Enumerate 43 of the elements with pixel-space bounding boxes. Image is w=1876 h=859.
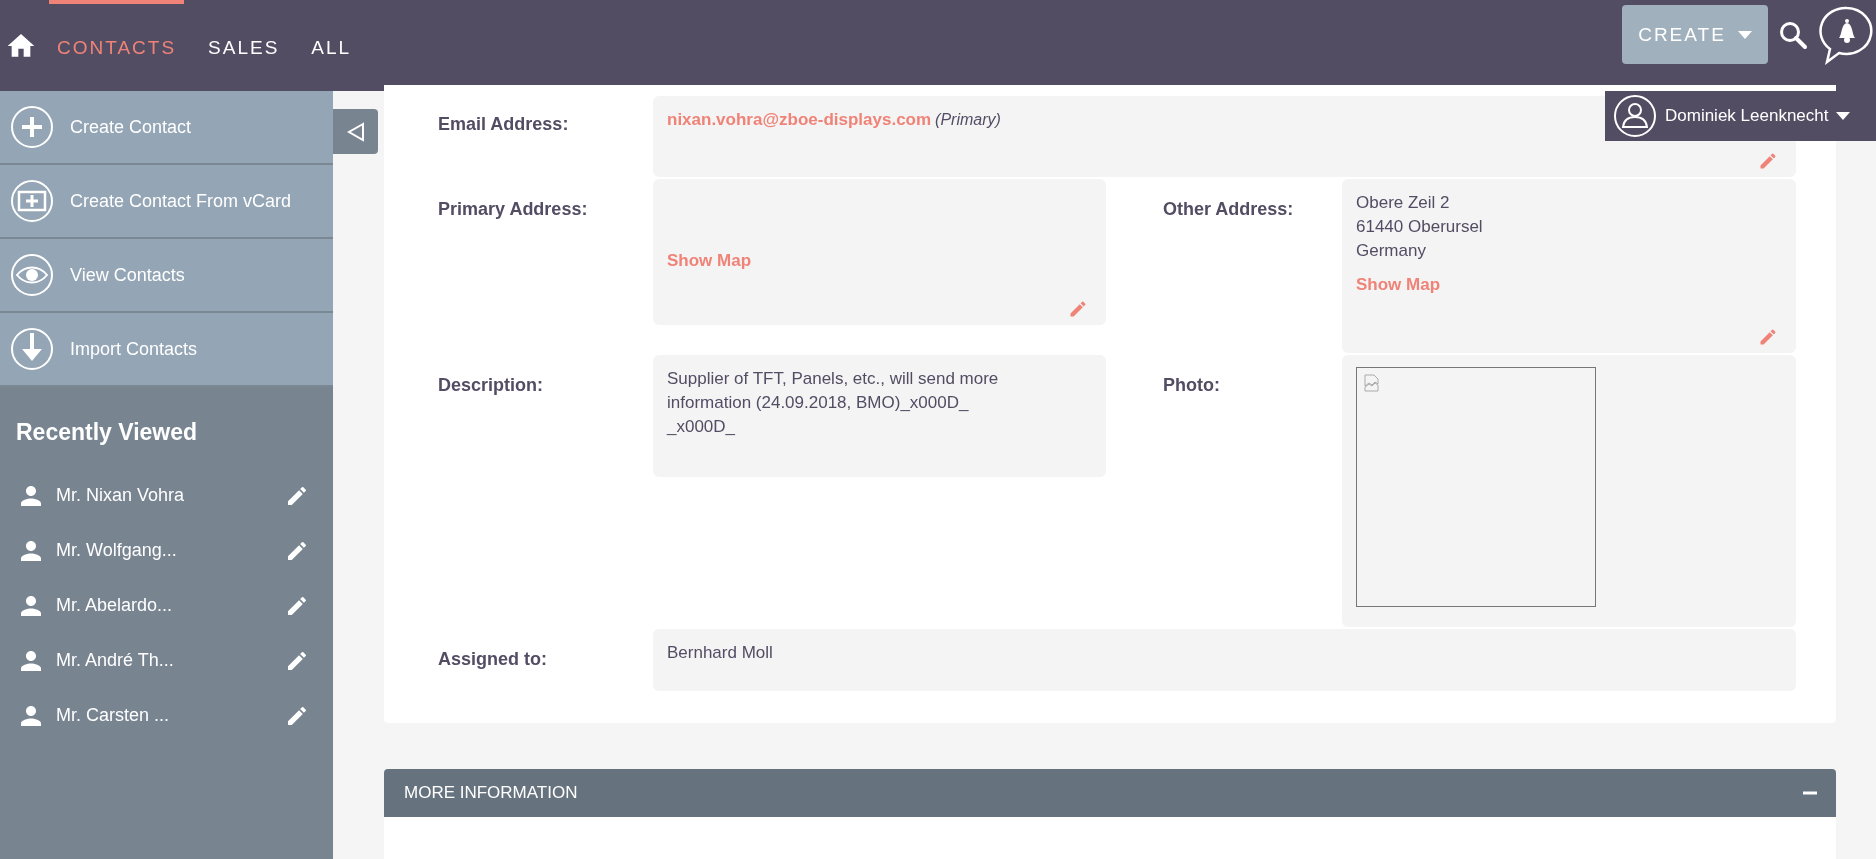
caret-icon <box>1836 112 1851 120</box>
pencil-icon[interactable] <box>1758 327 1778 347</box>
sidebar-action[interactable]: Create Contact From vCard <box>0 165 333 239</box>
bell-icon[interactable] <box>1818 4 1876 65</box>
recently-viewed-heading: Recently Viewed <box>15 418 199 447</box>
field-value: Supplier of TFT, Panels, etc., will send more information (24.09.2018, BMO)_x000D_ _x000D_ <box>667 368 1000 438</box>
field-label: Primary Address: <box>438 198 589 220</box>
create-button[interactable]: CREATE <box>1622 5 1768 64</box>
recent-contact-link[interactable]: Mr. Wolfgang... <box>56 540 285 561</box>
card-plus-icon <box>10 179 54 223</box>
user-menu[interactable]: Dominiek Leenknecht <box>1605 91 1876 141</box>
nav-tab[interactable]: ALL <box>303 0 360 91</box>
field-label: Email Address: <box>438 113 570 135</box>
recent-contact-link[interactable]: Mr. Carsten ... <box>56 705 285 726</box>
download-icon <box>10 327 54 371</box>
nav-tab[interactable]: SALES <box>200 0 288 91</box>
sidebar-action[interactable]: Import Contacts <box>0 313 333 387</box>
sidebar-action[interactable]: Create Contact <box>0 91 333 165</box>
recent-contact-link[interactable]: Mr. Abelardo... <box>56 595 285 616</box>
recent-contact-link[interactable]: Mr. Nixan Vohra <box>56 485 285 506</box>
address-line: 61440 Oberursel <box>1356 216 1484 238</box>
broken-image-icon <box>1363 374 1381 392</box>
pencil-icon[interactable] <box>1758 151 1778 171</box>
address-line: Obere Zeil 2 <box>1356 192 1451 214</box>
field-value: Bernhard Moll <box>667 642 774 664</box>
triangle-left-icon <box>345 121 366 142</box>
field-label: Other Address: <box>1163 198 1295 220</box>
collapse-sidebar-button[interactable] <box>333 109 378 154</box>
field-label: Photo: <box>1163 374 1221 396</box>
email-link[interactable]: nixan.vohra@zboe-displays.com <box>667 110 932 129</box>
eye-icon <box>10 253 54 297</box>
caret-icon <box>1737 30 1752 39</box>
sidebar-action[interactable]: View Contacts <box>0 239 333 313</box>
panel-header[interactable]: MORE INFORMATION <box>384 769 1836 817</box>
show-map-link[interactable]: Show Map <box>1356 273 1441 297</box>
show-map-link[interactable]: Show Map <box>667 249 752 273</box>
field-label: Assigned to: <box>438 648 548 670</box>
user-avatar-icon <box>1613 94 1657 138</box>
pencil-icon[interactable] <box>1068 299 1088 319</box>
recent-contact-link[interactable]: Mr. André Th... <box>56 650 285 671</box>
field-label: Description: <box>438 374 544 396</box>
address-line: Germany <box>1356 240 1427 262</box>
plus-icon <box>10 105 54 149</box>
